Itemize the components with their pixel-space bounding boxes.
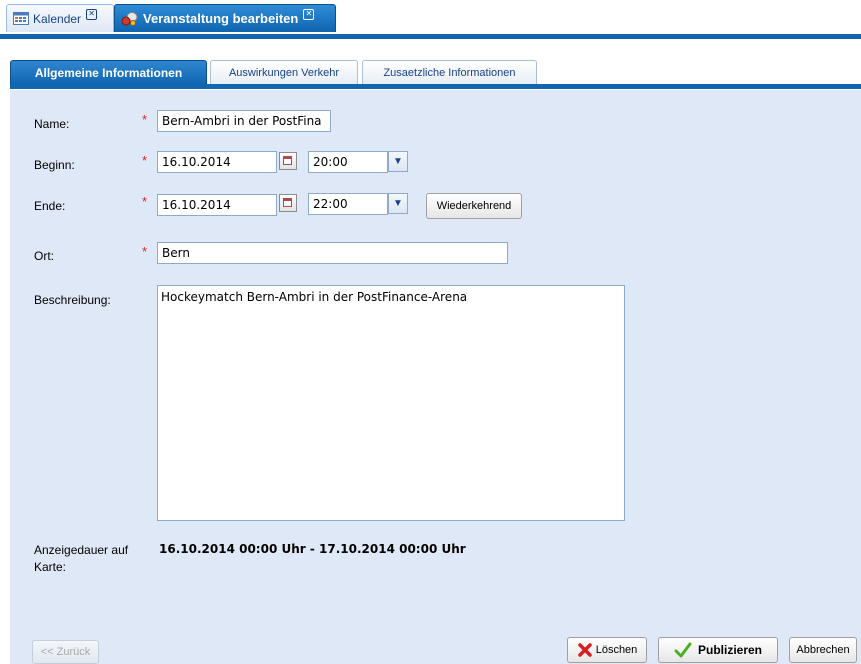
tab-allgemeine-informationen[interactable]: Allgemeine Informationen bbox=[10, 60, 207, 84]
publish-button[interactable]: Publizieren bbox=[658, 637, 778, 663]
tab-kalender[interactable]: Kalender ✕ bbox=[6, 4, 114, 32]
beschreibung-label: Beschreibung: bbox=[34, 293, 111, 307]
tab-auswirkungen-verkehr[interactable]: Auswirkungen Verkehr bbox=[210, 60, 358, 84]
check-icon bbox=[674, 642, 692, 658]
required-marker: * bbox=[142, 194, 148, 209]
calendar-picker-icon[interactable] bbox=[279, 152, 297, 170]
delete-button[interactable]: Löschen bbox=[567, 637, 647, 663]
beginn-label: Beginn: bbox=[34, 158, 75, 172]
back-button[interactable]: << Zurück bbox=[32, 640, 99, 664]
beginn-date-input[interactable]: 16.10.2014 bbox=[157, 151, 277, 173]
delete-label: Löschen bbox=[595, 644, 638, 656]
wiederkehrend-button[interactable]: Wiederkehrend bbox=[426, 193, 522, 219]
tab-veranstaltung-bearbeiten[interactable]: Veranstaltung bearbeiten ✕ bbox=[114, 4, 336, 32]
beschreibung-textarea[interactable]: Hockeymatch Bern-Ambri in der PostFinanc… bbox=[157, 285, 625, 521]
tab-kalender-label: Kalender bbox=[33, 11, 82, 26]
close-icon[interactable]: ✕ bbox=[303, 9, 315, 20]
calendar-icon bbox=[13, 12, 29, 25]
tab-zusaetzliche-informationen[interactable]: Zusaetzliche Informationen bbox=[362, 60, 537, 84]
close-icon[interactable]: ✕ bbox=[86, 9, 98, 20]
tab-underline bbox=[10, 84, 861, 89]
chevron-down-icon[interactable]: ▼ bbox=[388, 151, 408, 172]
event-icon bbox=[121, 11, 139, 27]
anzeigedauer-label: Anzeigedauer auf Karte: bbox=[34, 543, 129, 574]
delete-x-icon bbox=[577, 642, 593, 658]
chevron-down-icon[interactable]: ▼ bbox=[388, 193, 408, 214]
beginn-time-select[interactable]: 20:00 bbox=[308, 151, 388, 173]
ende-date-input[interactable]: 16.10.2014 bbox=[157, 194, 277, 216]
ort-label: Ort: bbox=[34, 249, 54, 263]
form-tab-bar: Allgemeine Informationen Auswirkungen Ve… bbox=[0, 39, 861, 90]
required-marker: * bbox=[142, 153, 148, 168]
anzeigedauer-value: 16.10.2014 00:00 Uhr - 17.10.2014 00:00 … bbox=[159, 542, 466, 556]
ende-label: Ende: bbox=[34, 199, 66, 213]
publish-label: Publizieren bbox=[697, 643, 762, 657]
required-marker: * bbox=[142, 244, 148, 259]
tab-veranstaltung-label: Veranstaltung bearbeiten bbox=[143, 11, 299, 26]
ort-input[interactable]: Bern bbox=[157, 242, 508, 264]
required-marker: * bbox=[142, 112, 148, 127]
name-label: Name: bbox=[34, 117, 70, 131]
cancel-button[interactable]: Abbrechen bbox=[789, 637, 857, 663]
name-input[interactable]: Bern-Ambri in der PostFina bbox=[157, 110, 331, 132]
calendar-picker-icon[interactable] bbox=[279, 194, 297, 212]
app-tab-bar: Kalender ✕ Veranstaltung bearbeiten ✕ bbox=[0, 0, 861, 34]
ende-time-select[interactable]: 22:00 bbox=[308, 193, 388, 215]
